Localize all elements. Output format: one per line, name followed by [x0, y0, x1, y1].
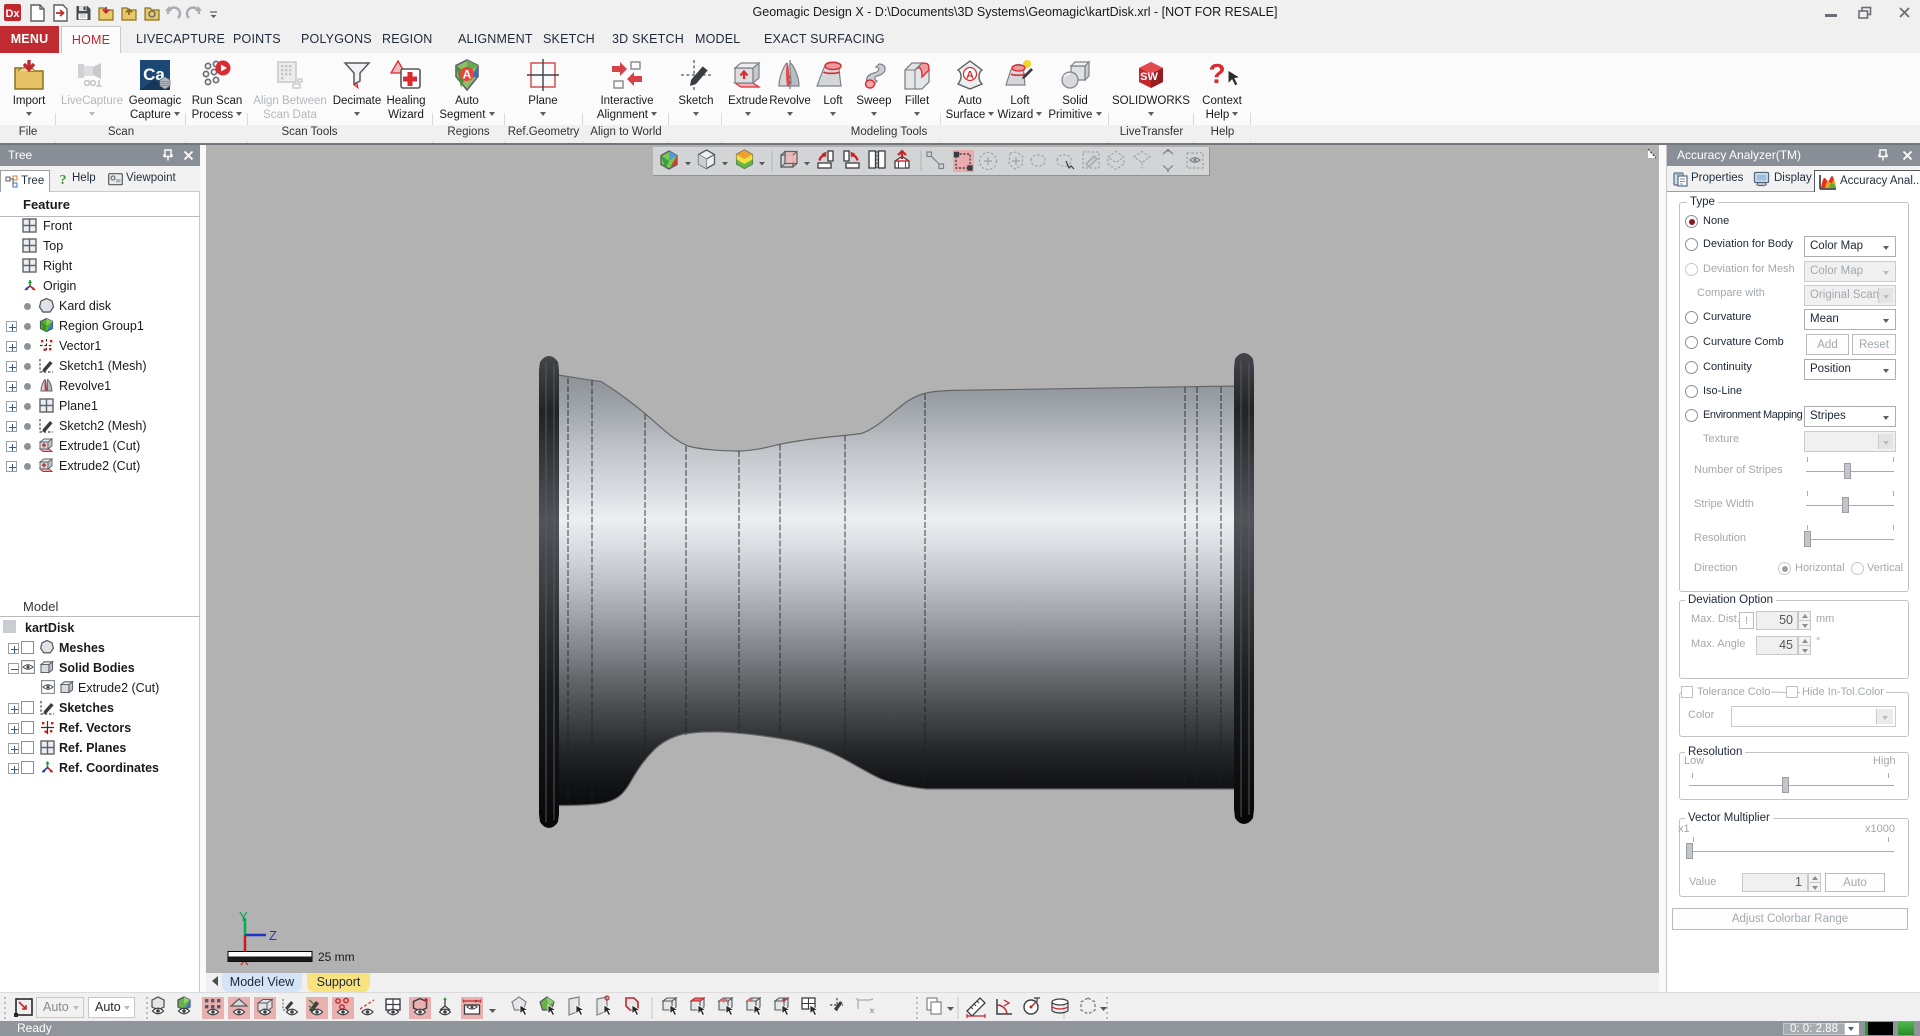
- svg-text:25 mm: 25 mm: [318, 950, 355, 964]
- svg-text:Dx: Dx: [5, 8, 20, 20]
- svg-text:A: A: [966, 70, 974, 82]
- svg-text:Y: Y: [239, 909, 248, 924]
- svg-text:?: ?: [60, 173, 67, 187]
- svg-text:SW: SW: [1140, 71, 1158, 83]
- svg-text:Z: Z: [269, 928, 277, 943]
- svg-text:A: A: [463, 68, 472, 82]
- svg-text:?: ?: [1208, 58, 1225, 89]
